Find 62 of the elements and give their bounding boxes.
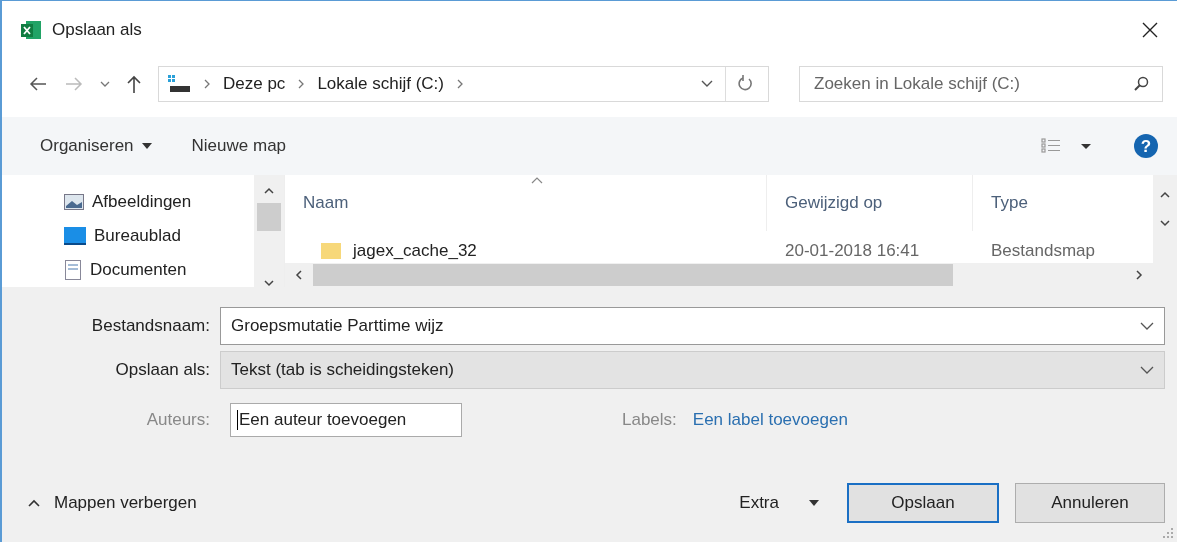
column-header[interactable]: Gewijzigd op [767,175,973,231]
scrollbar-thumb[interactable] [257,203,281,231]
table-cell-text: Bestandsmap [990,241,1096,261]
refresh-icon[interactable] [738,75,754,93]
tools-menu-button[interactable]: Extra [739,493,819,513]
desktop-icon [64,227,86,245]
window-title: Opslaan als [52,20,142,40]
save-button[interactable]: Opslaan [847,483,999,523]
view-options-icon[interactable] [1041,138,1093,154]
computer-icon [167,74,191,94]
chevron-up-icon[interactable] [1160,191,1170,199]
back-arrow-icon[interactable] [28,76,48,92]
authors-label: Auteurs: [145,410,211,430]
chevron-down-icon[interactable] [1160,219,1170,227]
chevron-down-icon[interactable] [100,80,110,88]
sort-caret-icon [531,177,543,184]
new-folder-button[interactable]: Nieuwe map [191,136,287,156]
filename-field[interactable]: Groepsmutatie Parttime wijz [220,307,1165,345]
scrollbar-thumb[interactable] [313,264,953,286]
chevron-down-icon[interactable] [1140,366,1154,374]
sidebar-item[interactable]: Afbeeldingen [64,185,254,219]
up-arrow-icon[interactable] [126,74,142,94]
picture-icon [64,194,84,210]
cancel-button[interactable]: Annuleren [1015,483,1165,523]
caret-icon [809,500,819,506]
chevron-up-icon[interactable] [264,187,274,195]
folder-icon [321,243,341,259]
sidebar-item[interactable]: Bureaublad [64,219,254,253]
sidebar-item[interactable]: Documenten [64,253,254,287]
help-icon[interactable]: ? [1133,133,1159,159]
chevron-right-icon [203,79,211,89]
tags-label: Labels: [622,410,677,430]
search-icon [1133,76,1149,92]
chevron-down-icon[interactable] [701,80,713,88]
save-type-dropdown[interactable]: Tekst (tab is scheidingsteken) [220,351,1165,389]
chevron-up-icon [28,499,40,507]
filename-label: Bestandsnaam: [90,316,211,336]
chevron-right-icon[interactable] [456,79,464,89]
column-header[interactable]: Naam [285,175,767,231]
chevron-right-icon[interactable] [1135,270,1143,280]
resize-grip-icon[interactable] [1163,528,1173,538]
chevron-right-icon [297,79,306,89]
spreadsheet-app-icon [20,19,42,41]
document-icon [64,260,82,280]
file-name[interactable]: jagex_cache_32 [353,241,477,261]
breadcrumb[interactable]: Deze pc [223,74,286,94]
scrollbar[interactable] [254,175,284,287]
search-field[interactable]: Zoeken in Lokale schijf (C:) [799,66,1163,102]
table-cell-text: 20-01-2018 16:41 [784,241,921,261]
authors-field[interactable]: Een auteur toevoegen [230,403,462,437]
chevron-left-icon[interactable] [295,270,303,280]
breadcrumb[interactable]: Lokale schijf (C:) [317,74,444,94]
address-bar[interactable]: Deze pc Lokale schijf (C:) [158,66,769,102]
chevron-down-icon[interactable] [1140,322,1154,330]
add-tag-link[interactable]: Een label toevoegen [692,410,848,430]
hide-folders-button[interactable]: Mappen verbergen [28,493,197,513]
chevron-down-icon[interactable] [264,279,274,287]
save-type-label: Opslaan als: [114,360,211,380]
organize-menu-button[interactable]: Organiseren [40,136,152,156]
caret-icon [141,143,152,149]
scrollbar[interactable] [1153,175,1177,287]
column-header[interactable]: Type [973,175,1153,231]
